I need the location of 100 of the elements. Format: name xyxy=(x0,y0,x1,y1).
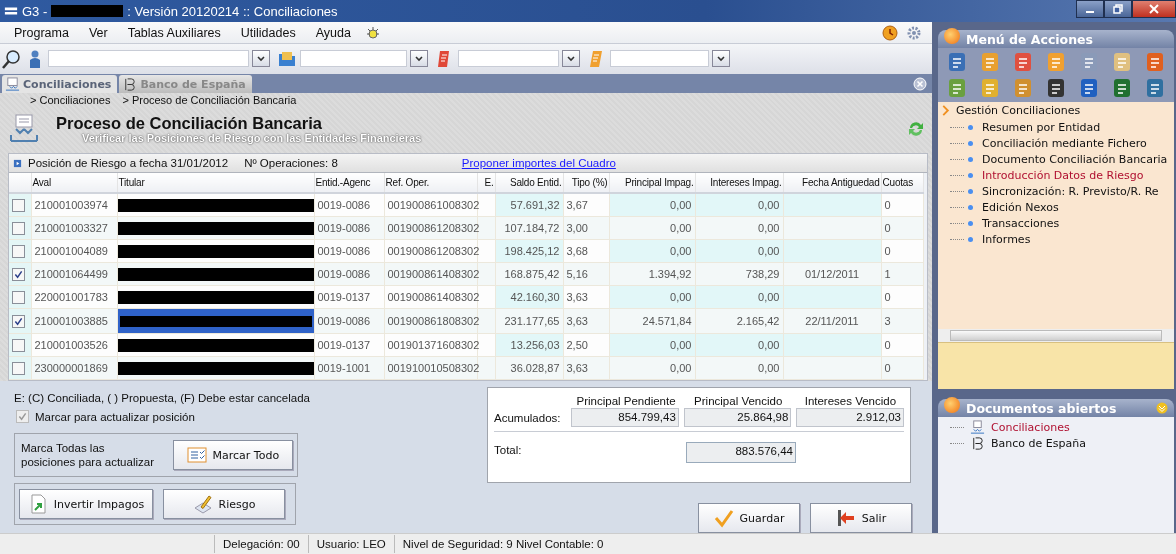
expand-icon[interactable] xyxy=(13,158,22,168)
table-cell: 3,67 xyxy=(566,199,588,211)
table-cell: 0019-0086 xyxy=(317,245,371,257)
table-cell: 001910010508302 xyxy=(387,362,480,374)
table-cell: 0019-0086 xyxy=(317,315,371,327)
tree-item[interactable]: Sincronización: R. Previsto/R. Re xyxy=(982,184,1159,198)
status-field: Nivel de Seguridad: 9 Nivel Contable: 0 xyxy=(393,535,612,553)
table-cell: 01/12/2011 xyxy=(804,268,860,280)
table-cell: 24.571,84 xyxy=(642,315,692,327)
table-cell: 210001003885 xyxy=(34,315,108,327)
combo-box[interactable] xyxy=(48,50,270,68)
menu-item[interactable]: Utilidades xyxy=(230,25,306,40)
status-field: Usuario: LEO xyxy=(307,535,394,553)
table-cell: 0 xyxy=(884,222,891,234)
bug-icon[interactable] xyxy=(364,24,381,41)
row-checkbox[interactable] xyxy=(12,361,25,375)
document-item[interactable]: Conciliaciones xyxy=(991,420,1070,434)
total-field: 883.576,44 xyxy=(686,442,796,463)
table-cell: 1.394,92 xyxy=(648,268,692,280)
column-header[interactable]: Saldo Entid. xyxy=(495,173,563,193)
menu-item[interactable]: Ayuda xyxy=(305,25,361,40)
collapse-icon[interactable] xyxy=(1156,402,1168,414)
tab[interactable]: Conciliaciones xyxy=(2,75,118,93)
table-cell: 001900861208302 xyxy=(387,222,480,234)
invert-button[interactable]: Invertir Impagos xyxy=(19,489,153,519)
close-tab-icon[interactable] xyxy=(912,76,928,92)
table-cell: 3,63 xyxy=(566,315,588,327)
status-field: Delegación: 00 xyxy=(214,535,308,553)
column-header[interactable]: Ref. Oper. xyxy=(384,173,477,193)
table-cell: 198.425,12 xyxy=(504,245,560,257)
row-checkbox[interactable] xyxy=(12,267,25,281)
table-cell: 231.177,65 xyxy=(504,315,560,327)
document-item[interactable]: Banco de España xyxy=(991,436,1086,450)
restore-button[interactable] xyxy=(1104,0,1132,18)
orb-icon xyxy=(944,397,960,413)
menu-item[interactable]: Ver xyxy=(78,25,118,40)
tree-item[interactable]: Conciliación mediante Fichero xyxy=(982,136,1147,150)
breadcrumb-link[interactable]: > Conciliaciones xyxy=(30,94,111,108)
minimize-button[interactable] xyxy=(1076,0,1104,18)
menu-item[interactable]: Tablas Auxiliares xyxy=(117,25,231,40)
breadcrumb-link[interactable]: > Proceso de Conciliación Bancaria xyxy=(122,94,297,108)
combo-box[interactable] xyxy=(610,50,730,68)
tree-item[interactable]: Introducción Datos de Riesgo xyxy=(982,168,1144,182)
column-header[interactable]: Intereses Impag. xyxy=(695,173,783,193)
refresh-icon[interactable] xyxy=(906,119,926,139)
column-header[interactable]: Fecha Antiguedad xyxy=(783,173,881,193)
grid-caption: Posición de Riesgo a fecha 31/01/2012 xyxy=(28,157,229,169)
table-cell: 0 xyxy=(884,362,891,374)
tree-item[interactable]: Resumen por Entidad xyxy=(982,120,1101,134)
column-header[interactable]: Principal Impag. xyxy=(609,173,695,193)
horizontal-scrollbar[interactable] xyxy=(938,329,1174,342)
table-cell: 5,16 xyxy=(566,268,588,280)
check-icon xyxy=(713,508,734,528)
column-header[interactable]: Tipo (%) xyxy=(563,173,609,193)
tree-item[interactable]: Transacciones xyxy=(982,216,1060,230)
save-button[interactable]: Guardar xyxy=(698,503,800,533)
tree-node[interactable]: Gestión Conciliaciones xyxy=(956,104,1081,117)
tree-item[interactable]: Edición Nexos xyxy=(982,200,1059,214)
table-cell: 210001003974 xyxy=(34,199,108,211)
table-cell: 0,00 xyxy=(758,199,780,211)
search-icon[interactable] xyxy=(2,48,22,69)
risk-button[interactable]: Riesgo xyxy=(163,489,285,519)
bullet-icon xyxy=(968,140,973,146)
mark-all-button[interactable]: Marcar Todo xyxy=(172,440,293,470)
exit-button[interactable]: Salir xyxy=(810,503,912,533)
bullet-icon xyxy=(968,188,973,194)
propose-amounts-link[interactable]: Proponer importes del Cuadro xyxy=(461,157,616,169)
legend-text: E: (C) Conciliada, ( ) Propuesta, (F) Debe estar cancelada xyxy=(14,392,311,404)
table-cell: 36.028,87 xyxy=(510,362,560,374)
summary-field: 854.799,43 xyxy=(571,408,679,427)
menu-item[interactable]: Programa xyxy=(4,25,79,40)
table-cell: 230000001869 xyxy=(34,362,108,374)
close-icon xyxy=(1149,4,1159,14)
row-checkbox[interactable] xyxy=(12,314,25,328)
exit-arrow-icon xyxy=(835,508,856,528)
column-header[interactable]: Aval xyxy=(31,173,117,193)
clock-icon[interactable] xyxy=(882,24,898,41)
bullet-icon xyxy=(968,156,973,162)
settings-icon[interactable] xyxy=(906,24,922,41)
row-checkbox[interactable] xyxy=(12,221,25,235)
combo-box[interactable] xyxy=(458,50,580,68)
panel-title: Documentos abiertos xyxy=(966,400,1117,416)
tree-item[interactable]: Informes xyxy=(982,232,1031,246)
column-header[interactable]: Entid.-Agenc xyxy=(314,173,384,193)
table-cell: 0,00 xyxy=(670,291,692,303)
tree-item[interactable]: Documento Conciliación Bancaria xyxy=(982,152,1168,166)
table-cell: 3,63 xyxy=(566,291,588,303)
summary-field: 25.864,98 xyxy=(683,408,792,427)
row-checkbox[interactable] xyxy=(12,244,25,258)
column-header[interactable]: Cuotas xyxy=(881,173,923,193)
bullet-icon xyxy=(968,220,973,226)
window-title: : Versión 20120214 :: Conciliaciones xyxy=(127,3,338,19)
row-checkbox[interactable] xyxy=(12,338,25,352)
row-checkbox[interactable] xyxy=(12,290,25,304)
table-cell: 57.691,32 xyxy=(510,199,560,211)
column-header[interactable]: Titular xyxy=(117,173,314,193)
table-cell: 0019-0137 xyxy=(317,291,371,303)
close-button[interactable] xyxy=(1132,0,1176,18)
combo-box[interactable] xyxy=(300,50,428,68)
row-checkbox[interactable] xyxy=(12,198,25,212)
